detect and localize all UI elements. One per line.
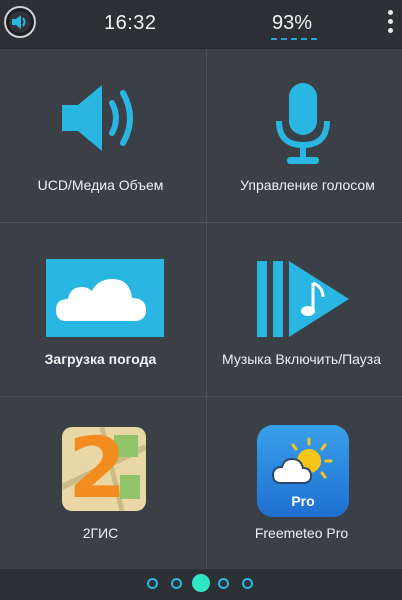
pro-badge: Pro: [291, 493, 315, 509]
tile-label: Музыка Включить/Пауза: [222, 351, 381, 367]
2gis-app-icon: 2: [62, 421, 146, 515]
tile-label: Freemeteo Pro: [254, 525, 349, 541]
speaker-icon: [60, 81, 144, 155]
microphone-icon: [273, 81, 333, 169]
freemeteo-pro-icon: Pro: [257, 425, 349, 517]
shortcut-grid: UCD/Медиа Объем Управление голосом Загру…: [0, 49, 402, 569]
2gis-number: 2: [68, 419, 127, 517]
tile-label: Загрузка погода: [44, 351, 157, 367]
overflow-menu-icon[interactable]: [383, 10, 397, 40]
tile-label: UCD/Медиа Объем: [37, 177, 164, 193]
tile-music-play-pause[interactable]: Музыка Включить/Пауза: [201, 223, 402, 396]
page-dot-active[interactable]: [192, 574, 210, 592]
page-dot[interactable]: [147, 578, 158, 589]
battery-underline: [271, 38, 317, 40]
clock-time: 16:32: [104, 12, 157, 34]
tile-media-volume[interactable]: UCD/Медиа Объем: [0, 49, 201, 222]
volume-app-icon[interactable]: [4, 6, 36, 38]
page-dot[interactable]: [242, 578, 253, 589]
tile-weather-load[interactable]: Загрузка погода: [0, 223, 201, 396]
page-indicator-bar: [0, 569, 402, 600]
page-dot[interactable]: [171, 578, 182, 589]
status-bar: 16:32 93%: [0, 0, 402, 49]
cloud-icon: [46, 259, 164, 337]
tile-voice-control[interactable]: Управление голосом: [207, 49, 402, 222]
tile-label: Управление голосом: [240, 177, 375, 193]
tile-2gis[interactable]: 2 2ГИС: [0, 397, 201, 570]
page-dot[interactable]: [218, 578, 229, 589]
tile-label: 2ГИС: [82, 525, 119, 541]
battery-level: 93%: [272, 12, 313, 34]
music-play-icon: [255, 259, 351, 339]
tile-freemeteo-pro[interactable]: Pro Freemeteo Pro: [201, 397, 402, 570]
